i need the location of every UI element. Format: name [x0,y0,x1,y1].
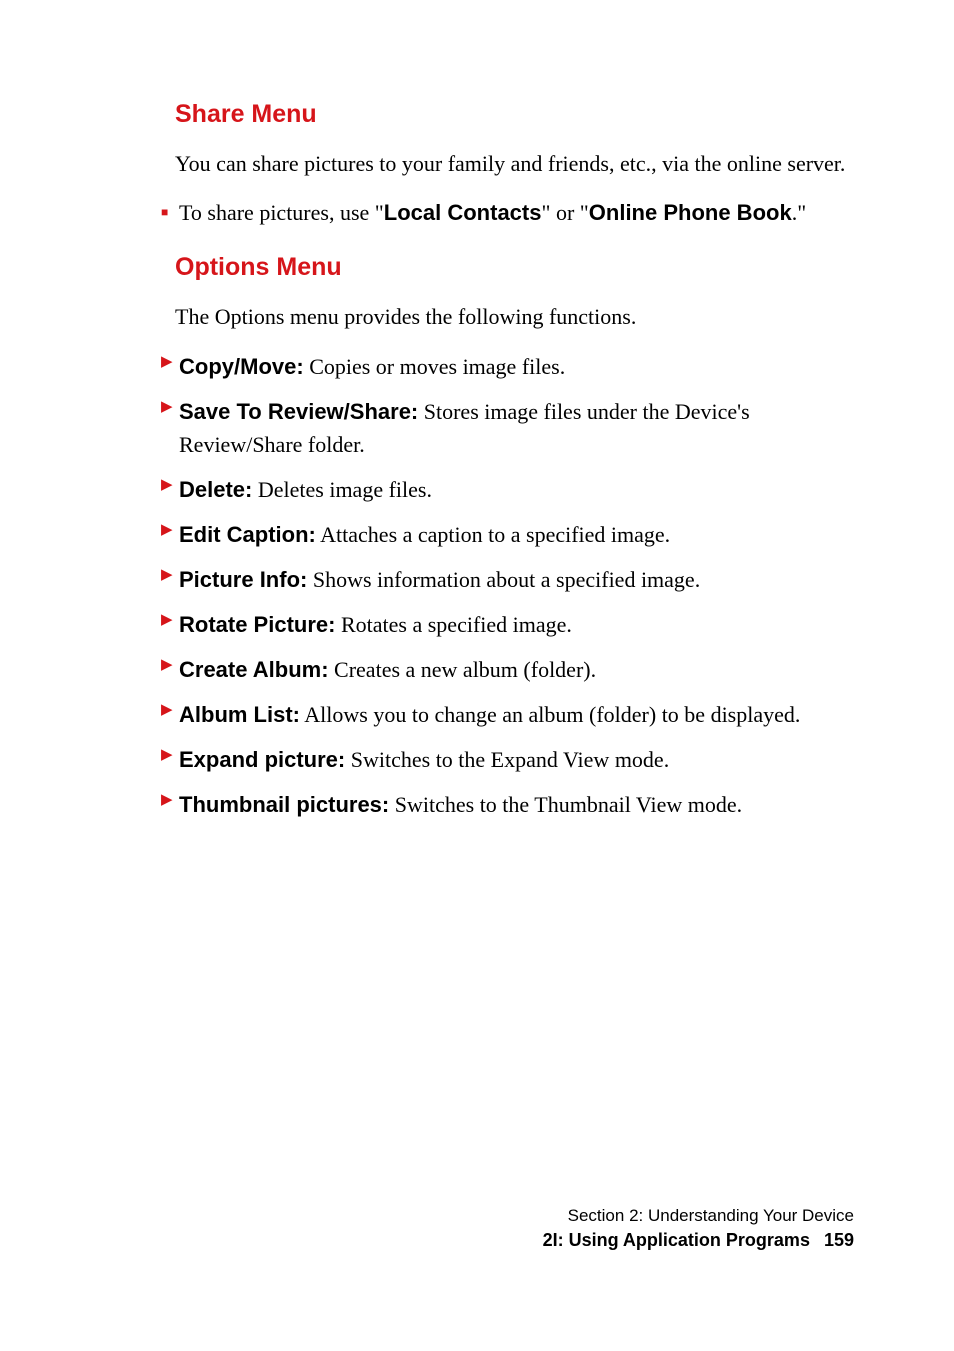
options-menu-intro: The Options menu provides the following … [175,302,854,333]
page-number: 159 [824,1230,854,1250]
item-label: Delete: [179,477,252,502]
list-item: ▶ Thumbnail pictures: Switches to the Th… [175,788,854,821]
footer-sub-line: 2I: Using Application Programs 159 [543,1230,854,1251]
item-desc: Copies or moves image files. [304,354,566,379]
item-label: Expand picture: [179,747,345,772]
arrow-icon: ▶ [161,699,173,722]
list-item: ▶ Copy/Move: Copies or moves image files… [175,350,854,383]
item-label: Thumbnail pictures: [179,792,389,817]
bullet-bold-1: Local Contacts [384,200,542,225]
item-label: Edit Caption: [179,522,316,547]
item-label: Save To Review/Share: [179,399,418,424]
arrow-icon: ▶ [161,519,173,542]
arrow-icon: ▶ [161,564,173,587]
arrow-icon: ▶ [161,744,173,767]
item-label: Copy/Move: [179,354,304,379]
list-item: ▶ Picture Info: Shows information about … [175,563,854,596]
arrow-icon: ▶ [161,396,173,419]
item-desc: Creates a new album (folder). [329,657,597,682]
options-menu-list: ▶ Copy/Move: Copies or moves image files… [190,350,854,821]
item-desc: Rotates a specified image. [335,612,571,637]
square-bullet-icon: ■ [161,204,168,221]
item-desc: Deletes image files. [252,477,432,502]
list-item: ▶ Album List: Allows you to change an al… [175,698,854,731]
bullet-text-mid: " or " [541,200,588,225]
arrow-icon: ▶ [161,474,173,497]
item-desc: Switches to the Expand View mode. [345,747,669,772]
item-desc: Attaches a caption to a specified image. [316,522,670,547]
footer-sub-text: 2I: Using Application Programs [543,1230,810,1250]
share-menu-list: ■ To share pictures, use "Local Contacts… [190,198,854,229]
arrow-icon: ▶ [161,654,173,677]
item-label: Rotate Picture: [179,612,335,637]
page-footer: Section 2: Understanding Your Device 2I:… [543,1206,854,1251]
footer-section-line: Section 2: Understanding Your Device [543,1206,854,1226]
share-menu-intro: You can share pictures to your family an… [175,149,854,180]
arrow-icon: ▶ [161,351,173,374]
item-desc: Shows information about a specified imag… [307,567,700,592]
bullet-text-suffix: ." [792,200,806,225]
share-menu-heading: Share Menu [175,100,854,129]
list-item: ■ To share pictures, use "Local Contacts… [175,198,854,229]
item-desc: Switches to the Thumbnail View mode. [389,792,742,817]
list-item: ▶ Create Album: Creates a new album (fol… [175,653,854,686]
item-desc: Allows you to change an album (folder) t… [300,702,800,727]
bullet-bold-2: Online Phone Book [589,200,792,225]
item-label: Album List: [179,702,300,727]
list-item: ▶ Save To Review/Share: Stores image fil… [175,395,854,461]
item-label: Picture Info: [179,567,307,592]
list-item: ▶ Rotate Picture: Rotates a specified im… [175,608,854,641]
options-menu-heading: Options Menu [175,253,854,282]
arrow-icon: ▶ [161,789,173,812]
list-item: ▶ Expand picture: Switches to the Expand… [175,743,854,776]
bullet-text-prefix: To share pictures, use " [179,200,384,225]
item-label: Create Album: [179,657,329,682]
arrow-icon: ▶ [161,609,173,632]
list-item: ▶ Delete: Deletes image files. [175,473,854,506]
list-item: ▶ Edit Caption: Attaches a caption to a … [175,518,854,551]
